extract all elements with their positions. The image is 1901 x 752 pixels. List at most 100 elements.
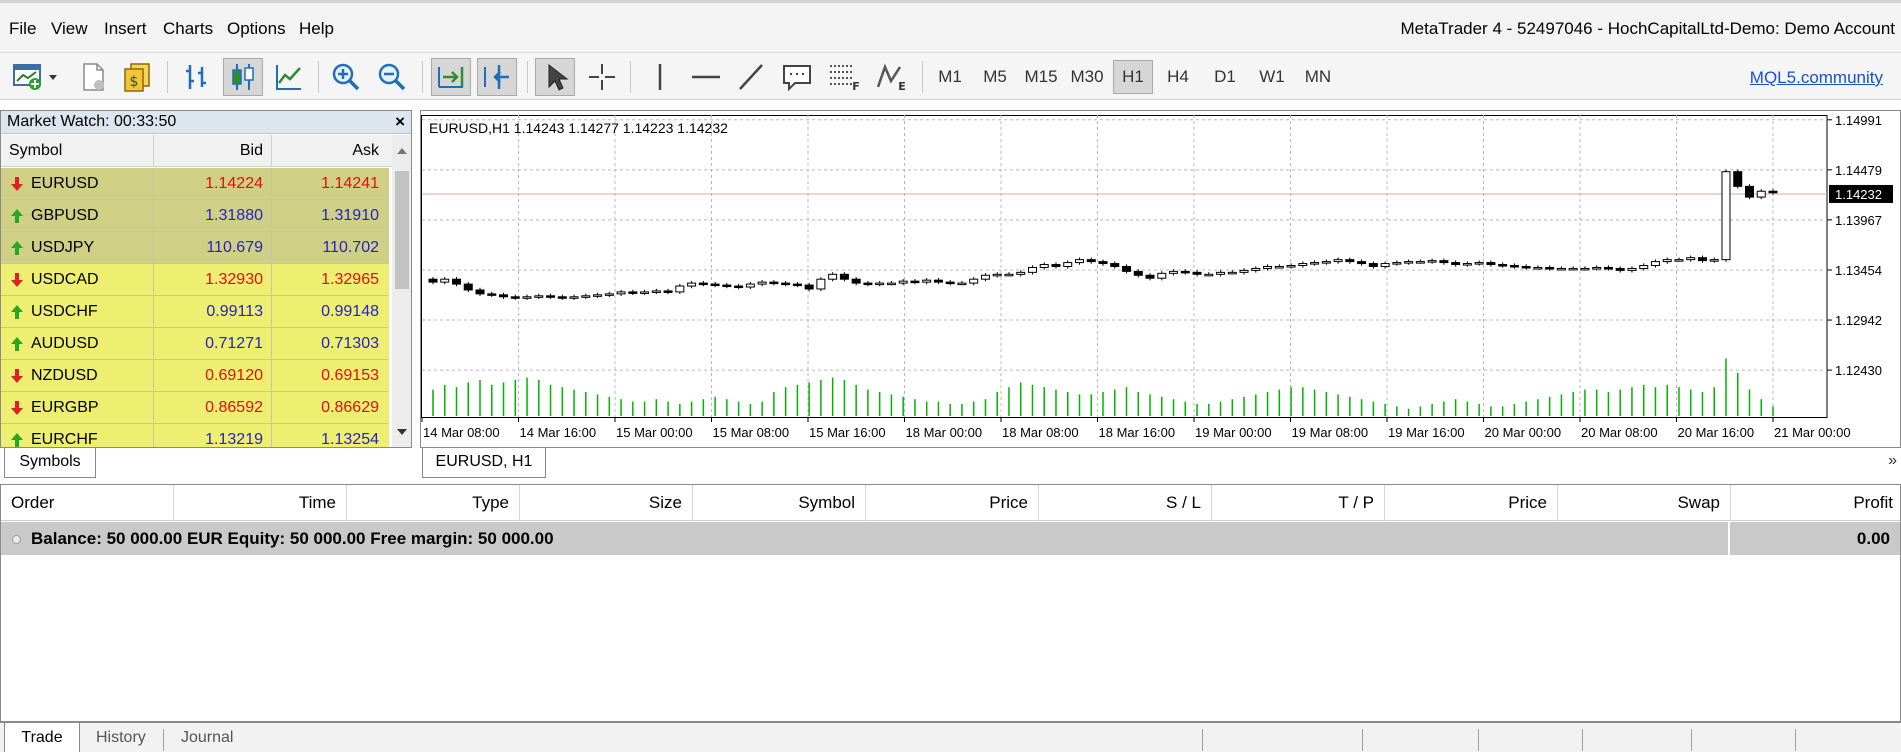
zoom-in-button[interactable] <box>326 58 366 96</box>
terminal-column-price[interactable]: Price <box>866 485 1039 521</box>
x-tick-label: 19 Mar 16:00 <box>1388 425 1465 440</box>
timeframe-m5[interactable]: M5 <box>975 60 1015 94</box>
balance-row[interactable]: Balance: 50 000.00 EUR Equity: 50 000.00… <box>1 522 1900 555</box>
candle-up <box>651 290 661 293</box>
candle-down <box>1545 266 1555 270</box>
candle-down <box>1345 259 1355 263</box>
crosshair-button[interactable] <box>582 58 622 96</box>
timeframe-d1[interactable]: D1 <box>1205 60 1245 94</box>
timeframe-m30[interactable]: M30 <box>1065 60 1109 94</box>
vertical-line-button[interactable] <box>640 58 680 96</box>
auto-scroll-button[interactable] <box>431 58 471 96</box>
menu-charts[interactable]: Charts <box>163 17 213 41</box>
market-watch-row[interactable]: USDCAD 1.32930 1.32965 <box>1 264 389 296</box>
market-watch-scrollbar[interactable] <box>392 135 412 447</box>
line-chart-icon <box>276 65 301 90</box>
timeframe-m1[interactable]: M1 <box>930 60 970 94</box>
market-watch-row[interactable]: EURUSD 1.14224 1.14241 <box>1 168 389 200</box>
market-watch-row[interactable]: AUDUSD 0.71271 0.71303 <box>1 328 389 360</box>
terminal-column-order[interactable]: Order <box>1 485 174 521</box>
crosshair-icon <box>589 64 615 90</box>
menu-bar: File View Insert Charts Options Help Met… <box>0 0 1901 52</box>
close-icon[interactable]: × <box>395 112 405 132</box>
terminal-column-t-p[interactable]: T / P <box>1212 485 1385 521</box>
market-watch-row[interactable]: GBPUSD 1.31880 1.31910 <box>1 200 389 232</box>
candle-up <box>1415 261 1425 264</box>
chart-shift-button[interactable] <box>477 58 517 96</box>
menu-help[interactable]: Help <box>299 17 334 41</box>
candle-up <box>898 280 908 284</box>
column-header-ask[interactable]: Ask <box>271 135 379 167</box>
timeframe-mn[interactable]: MN <box>1298 60 1338 94</box>
chart-window[interactable]: 14 Mar 08:00 14 Mar 16:00 15 Mar 00:00 15 M… <box>420 110 1901 448</box>
symbol-name: EURGBP <box>31 399 99 416</box>
timeframe-m15[interactable]: M15 <box>1019 60 1063 94</box>
terminal-column-profit[interactable]: Profit <box>1731 485 1901 521</box>
timeframe-h4[interactable]: H4 <box>1158 60 1198 94</box>
tab-trade[interactable]: Trade <box>4 723 80 752</box>
market-watch-row[interactable]: USDJPY 110.679 110.702 <box>1 232 389 264</box>
market-watch-row[interactable]: EURGBP 0.86592 0.86629 <box>1 392 389 424</box>
candle-down <box>452 278 462 285</box>
x-tick-label: 19 Mar 00:00 <box>1195 425 1272 440</box>
fibonacci-button[interactable]: F <box>824 58 864 96</box>
more-tabs-icon[interactable]: » <box>1888 452 1897 470</box>
market-watch-row[interactable]: USDCHF 0.99113 0.99148 <box>1 296 389 328</box>
cell-divider <box>271 360 272 392</box>
market-watch-row[interactable]: EURCHF 1.13219 1.13254 <box>1 424 389 448</box>
text-label-button[interactable] <box>777 58 817 96</box>
column-header-bid[interactable]: Bid <box>153 135 263 167</box>
y-tick-label: 1.12430 <box>1835 363 1882 378</box>
toolbar-separator <box>318 61 319 93</box>
cell-divider <box>271 296 272 328</box>
elliott-wave-button[interactable]: E <box>871 58 911 96</box>
bar-chart-button[interactable] <box>177 58 217 96</box>
new-chart-button[interactable] <box>8 58 62 96</box>
market-watch-row[interactable]: NZDUSD 0.69120 0.69153 <box>1 360 389 392</box>
timeframe-h1[interactable]: H1 <box>1113 60 1153 94</box>
candle-down <box>698 282 708 286</box>
candle-down <box>475 289 485 295</box>
tab-journal[interactable]: Journal <box>181 723 233 752</box>
zoom-out-button[interactable] <box>372 58 412 96</box>
mql5-community-link[interactable]: MQL5.community <box>1750 67 1883 89</box>
candle-up <box>640 291 650 294</box>
terminal-column-swap[interactable]: Swap <box>1558 485 1731 521</box>
candle-down <box>1615 267 1625 271</box>
ask-price: 0.99148 <box>321 303 379 320</box>
cursor-button[interactable] <box>535 58 575 96</box>
market-watch-button[interactable]: $ <box>117 58 157 96</box>
terminal-column-time[interactable]: Time <box>174 485 347 521</box>
tab-history[interactable]: History <box>96 723 146 752</box>
terminal-column-s-l[interactable]: S / L <box>1039 485 1212 521</box>
x-tick-label: 20 Mar 16:00 <box>1678 425 1755 440</box>
bid-price: 1.13219 <box>205 431 263 448</box>
y-tick-label: 1.13454 <box>1835 263 1882 278</box>
tab-symbols[interactable]: Symbols <box>4 448 96 478</box>
status-divider <box>1478 729 1479 751</box>
candle-up <box>969 278 979 284</box>
cell-divider <box>271 264 272 296</box>
terminal-column-symbol[interactable]: Symbol <box>693 485 866 521</box>
x-tick-label: 20 Mar 08:00 <box>1581 425 1658 440</box>
menu-options[interactable]: Options <box>227 17 286 41</box>
horizontal-line-button[interactable] <box>686 58 726 96</box>
menu-insert[interactable]: Insert <box>104 17 147 41</box>
candle-up <box>828 273 838 280</box>
candle-up <box>1286 265 1296 268</box>
terminal-column-type[interactable]: Type <box>347 485 520 521</box>
column-header-symbol[interactable]: Symbol <box>9 135 62 167</box>
profiles-button[interactable] <box>73 58 113 96</box>
menu-file[interactable]: File <box>9 17 36 41</box>
terminal-column-size[interactable]: Size <box>520 485 693 521</box>
timeframe-w1[interactable]: W1 <box>1252 60 1292 94</box>
menu-view[interactable]: View <box>51 17 88 41</box>
tab-chart-eurusd-h1[interactable]: EURUSD, H1 <box>422 448 546 478</box>
candle-down <box>839 273 849 280</box>
price-chart[interactable]: 14 Mar 08:00 14 Mar 16:00 15 Mar 00:00 15 M… <box>421 111 1900 447</box>
x-tick-label: 18 Mar 08:00 <box>1002 425 1079 440</box>
candlestick-button[interactable] <box>223 58 263 96</box>
line-chart-button[interactable] <box>269 58 309 96</box>
terminal-column-price[interactable]: Price <box>1385 485 1558 521</box>
trendline-button[interactable] <box>731 58 771 96</box>
